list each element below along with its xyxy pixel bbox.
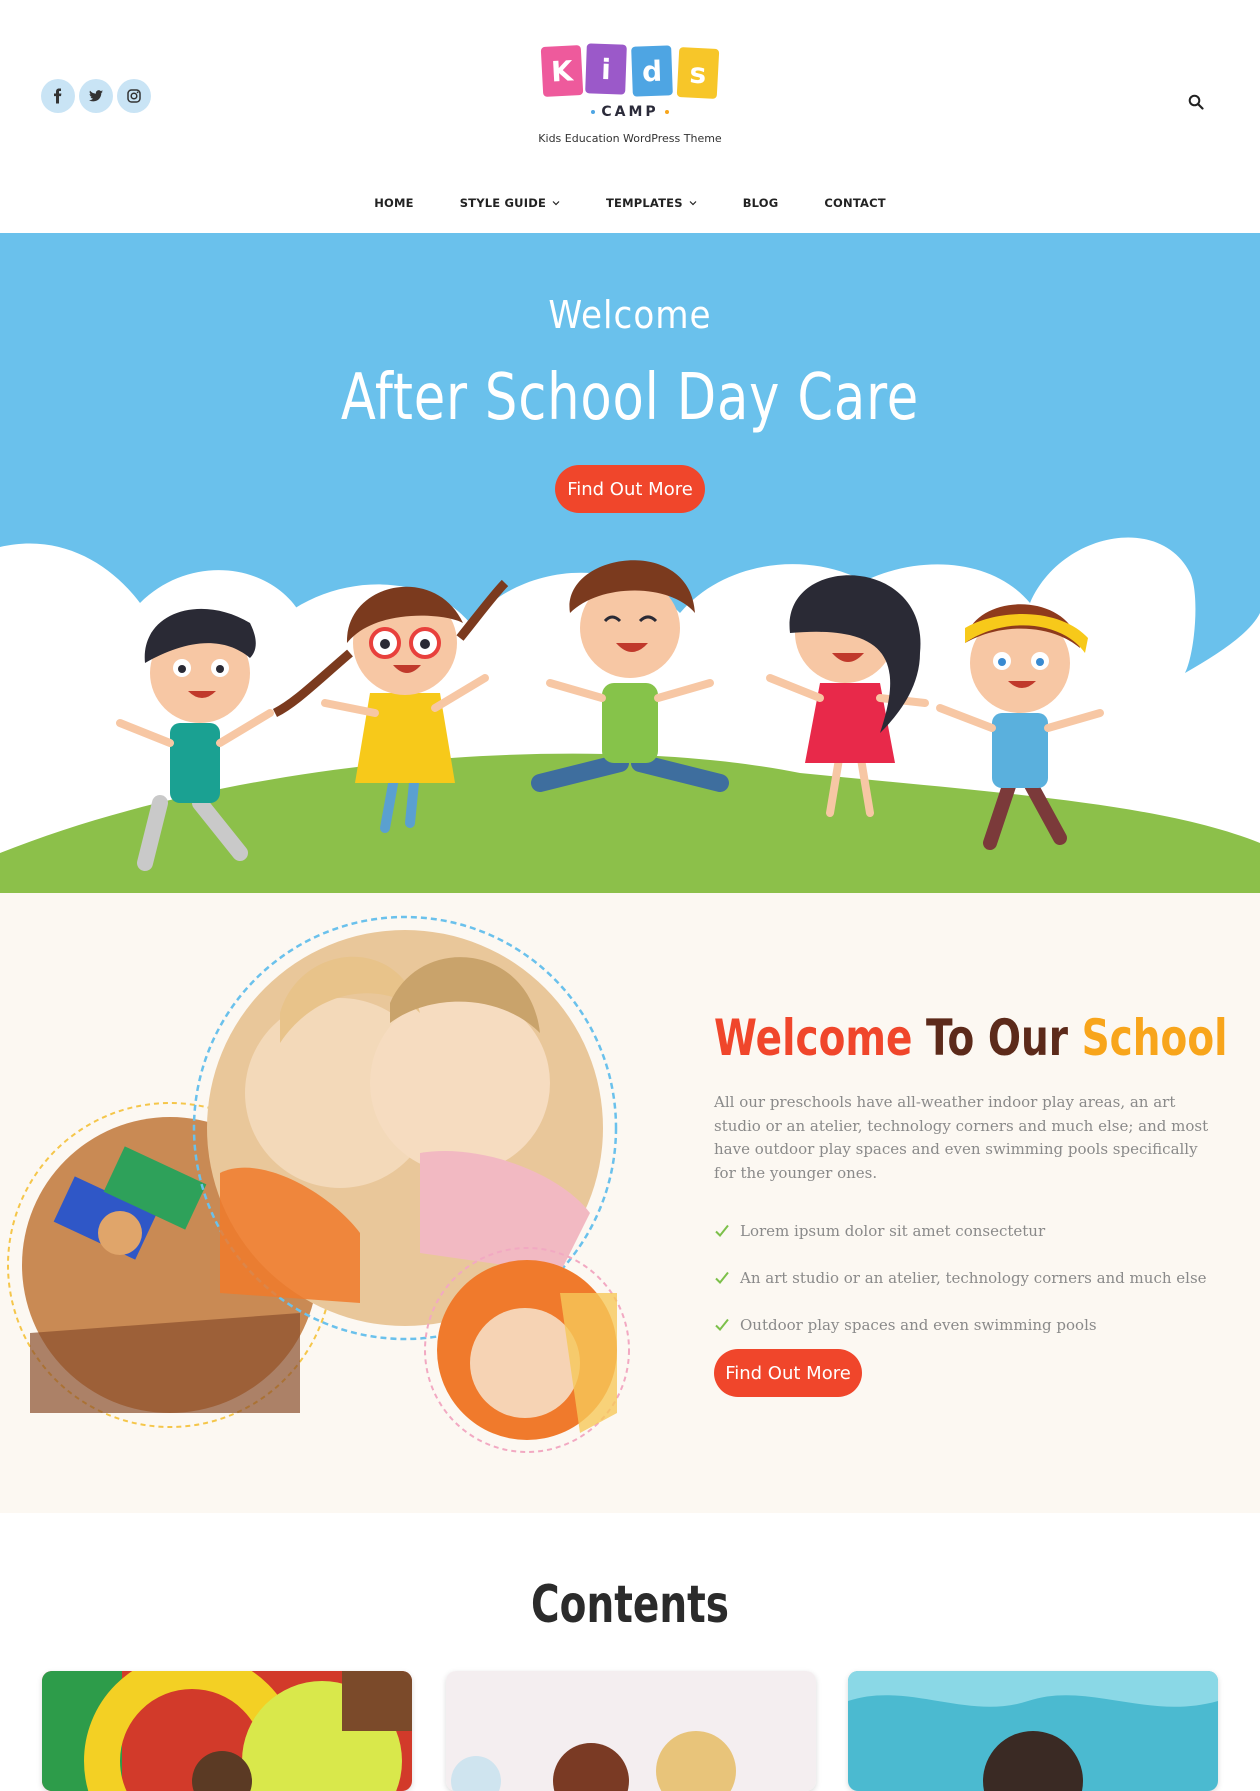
contents-section: Contents [0,1513,1260,1791]
swimming-photo [848,1671,1218,1791]
chevron-down-icon [689,201,697,206]
welcome-section: Welcome To Our School All our preschools… [0,893,1260,1513]
site-logo[interactable]: K i d s CAMP Kids Education WordPress Th… [538,43,722,154]
list-item: Outdoor play spaces and even swimming po… [714,1301,1234,1348]
nav-item-blog[interactable]: BLOG [720,196,802,210]
nav-item-home[interactable]: HOME [351,196,437,210]
logo-letter-s: s [676,46,720,100]
content-card-play-tunnel[interactable] [42,1671,412,1791]
welcome-title: Welcome To Our School [714,1009,1228,1067]
hero-find-out-more-button[interactable]: Find Out More [555,465,705,513]
site-tagline: Kids Education WordPress Theme [538,132,722,145]
content-card-swimming[interactable] [848,1671,1218,1791]
search-icon[interactable] [1188,94,1204,110]
main-nav: HOME STYLE GUIDE TEMPLATES BLOG CONTACT [0,196,1260,210]
nav-item-templates[interactable]: TEMPLATES [583,196,720,210]
list-item: An art studio or an atelier, technology … [714,1254,1234,1301]
social-links [41,79,151,113]
welcome-title-part-3: School [1081,1009,1228,1067]
facebook-icon [54,88,62,104]
twitter-link[interactable] [79,79,113,113]
nav-item-contact[interactable]: CONTACT [801,196,908,210]
checkmark-icon [715,1271,729,1284]
logo-subtitle: CAMP [540,104,720,120]
welcome-find-out-more-button[interactable]: Find Out More [714,1349,862,1397]
contents-title: Contents [531,1575,729,1635]
logo-tiles: K i d s [540,43,720,100]
content-card-two-kids[interactable] [446,1671,816,1791]
list-item: Lorem ipsum dolor sit amet consectetur [714,1207,1234,1254]
twitter-icon [89,90,103,102]
hero-banner: Welcome After School Day Care Find Out M… [0,233,1260,893]
logo-letter-i: i [585,43,627,95]
hero-title: After School Day Care [340,361,920,435]
welcome-photo-collage [7,915,630,1453]
welcome-title-part-2: To Our [926,1009,1068,1067]
site-header: K i d s CAMP Kids Education WordPress Th… [0,0,1260,233]
hero-kicker: Welcome [548,293,712,337]
checkmark-icon [715,1224,729,1237]
nav-item-style-guide[interactable]: STYLE GUIDE [437,196,583,210]
checkmark-icon [715,1318,729,1331]
logo-letter-d: d [631,45,673,97]
chevron-down-icon [552,201,560,206]
welcome-checklist: Lorem ipsum dolor sit amet consectetur A… [714,1207,1234,1348]
welcome-description: All our preschools have all-weather indo… [714,1093,1209,1182]
instagram-link[interactable] [117,79,151,113]
play-tunnel-photo [42,1671,412,1791]
two-kids-photo [446,1671,816,1791]
facebook-link[interactable] [41,79,75,113]
instagram-icon [127,89,141,103]
welcome-title-part-1: Welcome [714,1009,913,1067]
logo-letter-k: K [540,44,584,98]
